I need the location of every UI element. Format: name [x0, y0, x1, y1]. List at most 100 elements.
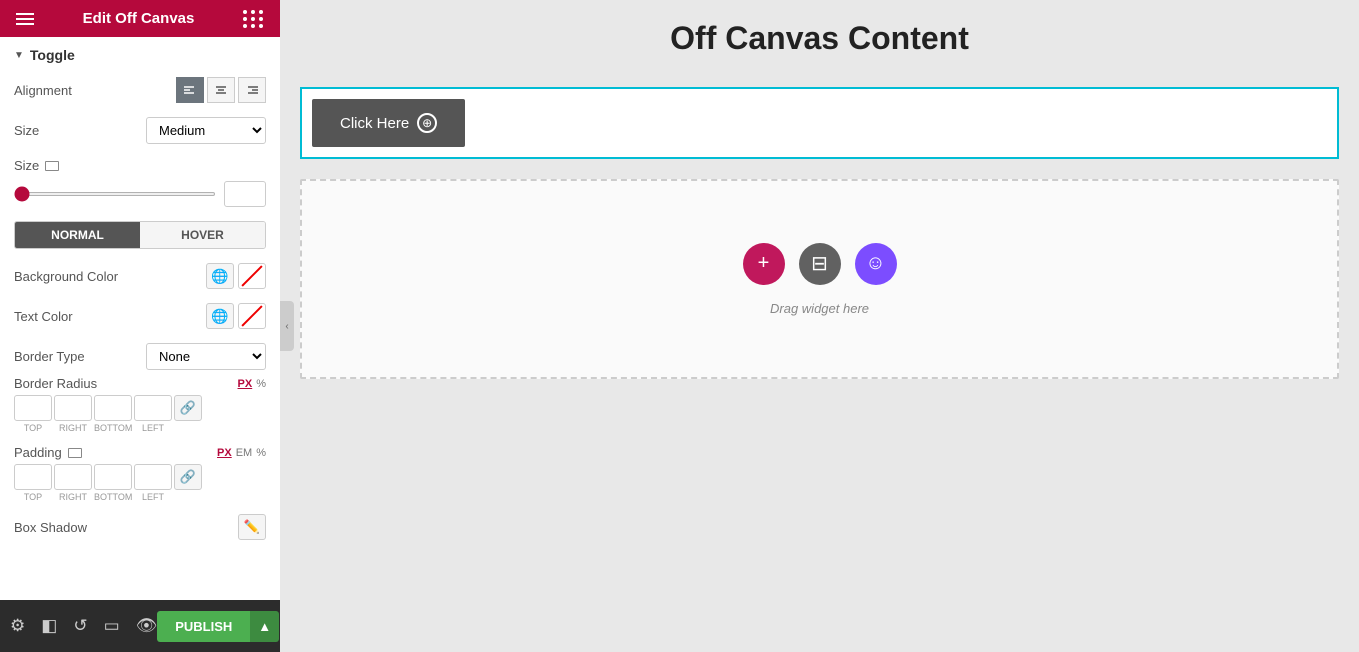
hamburger-icon[interactable] — [16, 13, 34, 25]
drag-icons-row: + ⊟ ☺ — [743, 243, 897, 285]
off-canvas-title: Off Canvas Content — [670, 20, 969, 57]
drag-widget-area: + ⊟ ☺ Drag widget here — [300, 179, 1339, 379]
toggle-arrow-icon: ▼ — [14, 50, 24, 61]
panel-title: Edit Off Canvas — [83, 10, 195, 27]
padding-label: Padding — [14, 445, 62, 460]
toggle-label: Toggle — [30, 47, 75, 63]
settings-icon[interactable]: ⚙ — [10, 616, 25, 636]
border-radius-units: PX % — [238, 378, 266, 390]
padding-monitor-icon — [68, 448, 82, 458]
border-radius-labels: TOP RIGHT BOTTOM LEFT — [14, 423, 266, 433]
padding-em-unit[interactable]: EM — [236, 447, 253, 459]
click-here-label: Click Here — [340, 115, 409, 132]
background-color-clear-button[interactable] — [238, 263, 266, 289]
background-color-globe-button[interactable]: 🌐 — [206, 263, 234, 289]
border-radius-bottom-input[interactable] — [94, 395, 132, 421]
padding-inputs: 🔗 — [14, 464, 266, 490]
publish-group: PUBLISH ▲ — [157, 611, 279, 642]
padding-right-label: RIGHT — [54, 492, 92, 502]
panel-content: ▼ Toggle Alignment Size Medium — [0, 37, 280, 600]
alignment-label: Alignment — [14, 83, 72, 98]
size-slider-input[interactable] — [14, 192, 216, 196]
border-radius-left-label: LEFT — [134, 423, 172, 433]
eye-icon[interactable]: 👁 — [136, 616, 158, 636]
border-type-label: Border Type — [14, 349, 85, 364]
click-here-section: Click Here ⊕ — [300, 87, 1339, 159]
dots-grid-icon[interactable] — [243, 10, 264, 28]
padding-units: PX EM % — [217, 447, 266, 459]
drag-text: Drag widget here — [770, 301, 869, 316]
padding-left-input[interactable] — [134, 464, 172, 490]
border-radius-inputs: 🔗 — [14, 395, 266, 421]
text-color-clear-button[interactable] — [238, 303, 266, 329]
text-color-row: Text Color 🌐 — [14, 303, 266, 329]
click-here-button[interactable]: Click Here ⊕ — [312, 99, 465, 147]
left-panel: Edit Off Canvas ▼ Toggle Alignment — [0, 0, 280, 652]
box-shadow-edit-button[interactable]: ✏️ — [238, 514, 266, 540]
border-radius-px-unit[interactable]: PX — [238, 378, 253, 390]
slider-group — [14, 181, 266, 207]
border-radius-left-input[interactable] — [134, 395, 172, 421]
text-color-controls: 🌐 — [206, 303, 266, 329]
border-radius-header: Border Radius PX % — [14, 376, 266, 391]
padding-label-group: Padding — [14, 445, 82, 460]
border-type-dropdown[interactable]: None Solid Dashed Dotted — [146, 343, 266, 370]
right-content: Off Canvas Content Click Here ⊕ + ⊟ ☺ Dr… — [280, 0, 1359, 652]
text-color-globe-button[interactable]: 🌐 — [206, 303, 234, 329]
right-area: ‹ Off Canvas Content Click Here ⊕ + ⊟ ☺ … — [280, 0, 1359, 652]
alignment-row: Alignment — [14, 77, 266, 103]
size-dropdown[interactable]: Medium Small Large — [146, 117, 266, 144]
publish-arrow-button[interactable]: ▲ — [250, 611, 279, 642]
tab-hover[interactable]: HOVER — [140, 222, 265, 248]
size-dropdown-label: Size — [14, 123, 39, 138]
bottom-icons-group: ⚙ ◧ ↺ ▭ 👁 — [10, 616, 157, 636]
padding-labels: TOP RIGHT BOTTOM LEFT — [14, 492, 266, 502]
device-icon[interactable]: ▭ — [104, 616, 120, 636]
padding-top-input[interactable] — [14, 464, 52, 490]
padding-px-unit[interactable]: PX — [217, 447, 232, 459]
collapse-handle[interactable]: ‹ — [280, 301, 294, 351]
background-color-label: Background Color — [14, 269, 118, 284]
align-center-button[interactable] — [207, 77, 235, 103]
padding-bottom-input[interactable] — [94, 464, 132, 490]
toggle-section[interactable]: ▼ Toggle — [14, 47, 266, 63]
background-color-controls: 🌐 — [206, 263, 266, 289]
size-slider-value[interactable] — [224, 181, 266, 207]
align-right-button[interactable] — [238, 77, 266, 103]
padding-left-label: LEFT — [134, 492, 172, 502]
padding-right-input[interactable] — [54, 464, 92, 490]
padding-link-button[interactable]: 🔗 — [174, 464, 202, 490]
size-slider-label: Size — [14, 158, 39, 173]
alignment-group — [176, 77, 266, 103]
border-radius-link-button[interactable]: 🔗 — [174, 395, 202, 421]
size-dropdown-row: Size Medium Small Large — [14, 117, 266, 144]
face-widget-button[interactable]: ☺ — [855, 243, 897, 285]
padding-header: Padding PX EM % — [14, 445, 266, 460]
border-radius-label: Border Radius — [14, 376, 97, 391]
layers-icon[interactable]: ◧ — [41, 616, 57, 636]
border-radius-right-input[interactable] — [54, 395, 92, 421]
publish-button[interactable]: PUBLISH — [157, 611, 250, 642]
normal-hover-tabs: NORMAL HOVER — [14, 221, 266, 249]
align-left-button[interactable] — [176, 77, 204, 103]
size-slider-row: Size — [14, 158, 266, 173]
padding-percent-unit[interactable]: % — [256, 447, 266, 459]
tab-normal[interactable]: NORMAL — [15, 222, 140, 248]
folder-widget-button[interactable]: ⊟ — [799, 243, 841, 285]
add-widget-button[interactable]: + — [743, 243, 785, 285]
box-shadow-row: Box Shadow ✏️ — [14, 514, 266, 540]
padding-top-label: TOP — [14, 492, 52, 502]
history-icon[interactable]: ↺ — [73, 616, 87, 636]
panel-header: Edit Off Canvas — [0, 0, 280, 37]
click-here-section-inner: Click Here ⊕ — [302, 89, 475, 157]
border-radius-percent-unit[interactable]: % — [256, 378, 266, 390]
box-shadow-label: Box Shadow — [14, 520, 87, 535]
circle-plus-icon: ⊕ — [417, 113, 437, 133]
monitor-icon — [45, 161, 59, 171]
background-color-row: Background Color 🌐 — [14, 263, 266, 289]
border-radius-top-input[interactable] — [14, 395, 52, 421]
border-radius-right-label: RIGHT — [54, 423, 92, 433]
border-radius-top-label: TOP — [14, 423, 52, 433]
padding-bottom-label: BOTTOM — [94, 492, 132, 502]
text-color-label: Text Color — [14, 309, 73, 324]
